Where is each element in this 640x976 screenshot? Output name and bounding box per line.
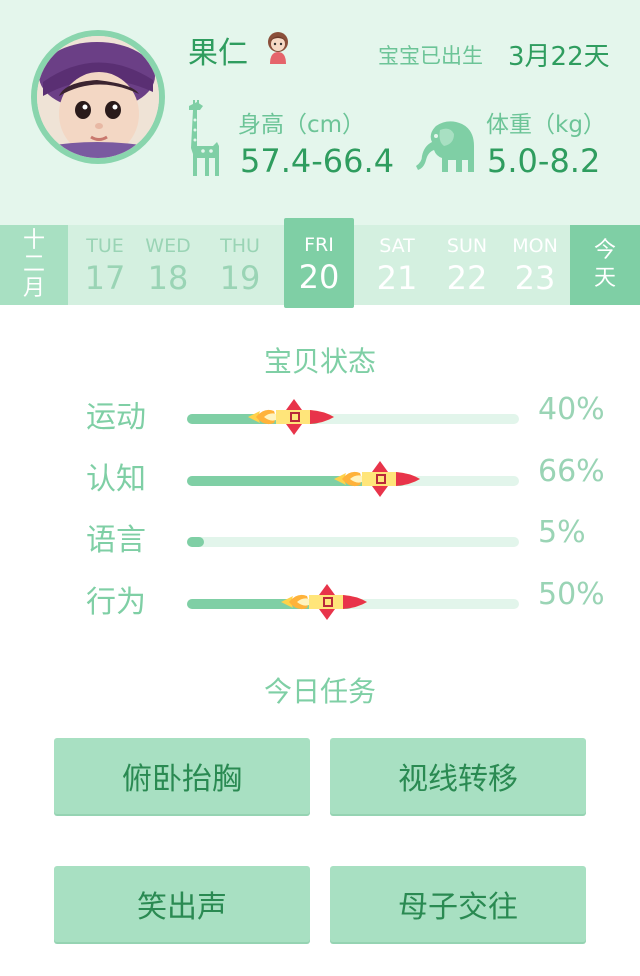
calendar-day[interactable]: TUE 17 xyxy=(70,225,140,305)
status-percent: 40% xyxy=(538,392,605,427)
born-age: 3月22天 xyxy=(508,42,610,72)
baby-photo-illustration xyxy=(37,36,159,158)
progress-bar xyxy=(187,537,519,547)
progress-bar xyxy=(187,584,519,620)
progress-bar xyxy=(187,399,519,435)
task-button[interactable]: 母子交往 xyxy=(330,866,586,942)
today-button[interactable]: 今天 xyxy=(570,225,640,305)
calendar-day[interactable]: WED 18 xyxy=(133,225,203,305)
month-text: 十二月 xyxy=(22,228,45,301)
born-label: 宝宝已出生 xyxy=(378,44,483,68)
task-button[interactable]: 俯卧抬胸 xyxy=(54,738,310,814)
calendar-day[interactable]: SUN 22 xyxy=(432,225,502,305)
status-row: 行为 50% xyxy=(0,577,640,627)
status-label: 行为 xyxy=(86,585,146,620)
day-of-week: MON xyxy=(512,235,558,257)
status-percent: 50% xyxy=(538,577,605,612)
status-label: 语言 xyxy=(86,523,146,558)
rocket-icon xyxy=(248,399,334,435)
status-label: 运动 xyxy=(86,400,146,435)
rocket-icon xyxy=(334,461,420,497)
height-range: 57.4-66.4 xyxy=(240,142,395,180)
status-percent: 66% xyxy=(538,454,605,489)
status-row: 语言 5% xyxy=(0,515,640,565)
day-number: 23 xyxy=(514,259,556,297)
month-label[interactable]: 十二月 xyxy=(0,225,68,305)
day-number: 20 xyxy=(298,258,340,296)
day-of-week: SUN xyxy=(446,235,488,257)
week-calendar: 十二月 TUE 17 WED 18 THU 19 FRI 20 SAT 21 S… xyxy=(0,218,640,308)
calendar-day[interactable]: THU 19 xyxy=(205,225,275,305)
weight-range: 5.0-8.2 xyxy=(487,142,601,180)
day-of-week: TUE xyxy=(86,235,124,257)
weight-label: 体重（kg） xyxy=(486,112,606,138)
task-button[interactable]: 笑出声 xyxy=(54,866,310,942)
rocket-icon xyxy=(281,584,367,620)
day-number: 17 xyxy=(84,259,126,297)
day-of-week: SAT xyxy=(379,235,415,257)
status-title: 宝贝状态 xyxy=(263,345,376,378)
profile-header: 果仁 宝宝已出生 3月22天 身高（cm） 57.4-66.4 体重（kg） 5… xyxy=(0,0,640,225)
avatar[interactable] xyxy=(31,30,165,164)
elephant-icon xyxy=(416,121,474,172)
status-row: 运动 40% xyxy=(0,392,640,442)
tasks-title: 今日任务 xyxy=(263,675,376,708)
today-text: 今天 xyxy=(593,238,616,291)
calendar-day[interactable]: MON 23 xyxy=(500,225,570,305)
day-of-week: THU xyxy=(220,235,260,257)
baby-name: 果仁 xyxy=(188,36,248,71)
day-number: 21 xyxy=(376,259,418,297)
day-of-week: WED xyxy=(145,235,191,257)
girl-icon xyxy=(268,32,288,64)
calendar-day[interactable]: SAT 21 xyxy=(362,225,432,305)
day-number: 19 xyxy=(219,259,261,297)
day-number: 22 xyxy=(446,259,488,297)
progress-fill xyxy=(187,537,204,547)
height-label: 身高（cm） xyxy=(238,112,366,138)
status-percent: 5% xyxy=(538,515,586,550)
day-number: 18 xyxy=(147,259,189,297)
status-row: 认知 66% xyxy=(0,454,640,504)
giraffe-icon xyxy=(189,100,219,176)
status-label: 认知 xyxy=(86,462,146,497)
progress-bar xyxy=(187,461,519,497)
task-button[interactable]: 视线转移 xyxy=(330,738,586,814)
calendar-day-selected[interactable]: FRI 20 xyxy=(284,218,354,308)
baby-photo xyxy=(37,36,159,158)
day-of-week: FRI xyxy=(304,234,334,256)
